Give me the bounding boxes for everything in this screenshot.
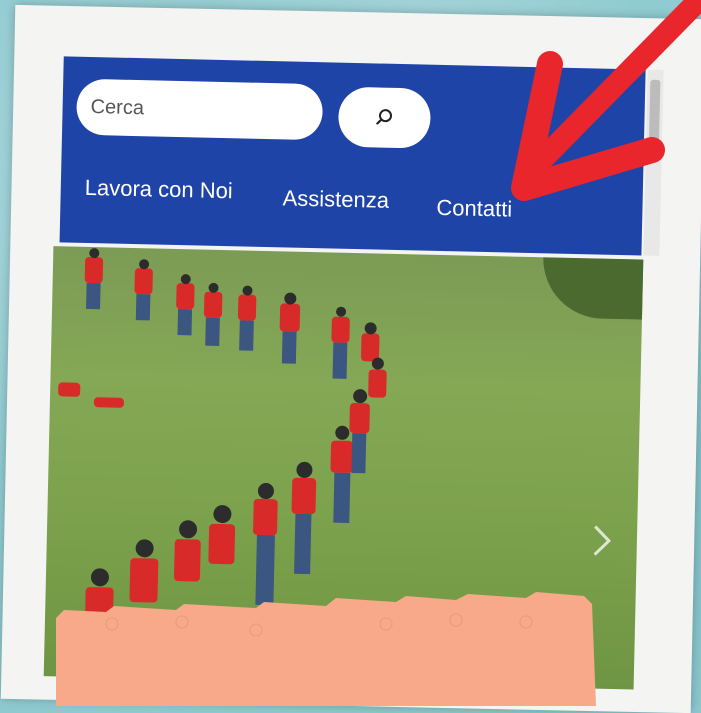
search-input[interactable] (75, 78, 324, 141)
red-arrow-annotation (511, 0, 701, 201)
nav-item-assistenza[interactable]: Assistenza (282, 185, 389, 213)
search-button[interactable] (337, 86, 432, 149)
chevron-right-icon[interactable] (586, 520, 617, 561)
search-icon (376, 109, 393, 125)
torn-paper-strip (56, 592, 596, 706)
nav-item-lavora-con-noi[interactable]: Lavora con Noi (84, 175, 234, 204)
